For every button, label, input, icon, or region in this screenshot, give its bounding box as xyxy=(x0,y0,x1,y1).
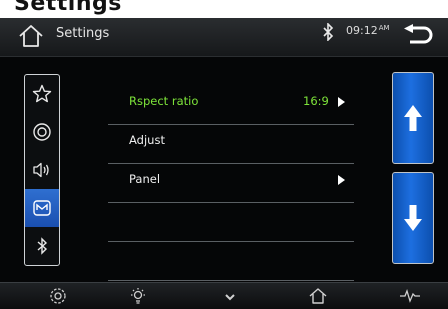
setting-row-empty xyxy=(108,242,354,281)
speaker-icon xyxy=(33,162,49,178)
chevron-right-icon xyxy=(338,175,345,185)
chevron-down-icon xyxy=(225,294,235,301)
brightness-icon xyxy=(131,288,145,304)
setting-row-aspect-ratio[interactable]: Rspect ratio 16:9 xyxy=(108,86,354,125)
display-icon xyxy=(33,200,51,216)
page-heading: Settings xyxy=(14,0,122,16)
arrow-down-icon xyxy=(404,205,422,231)
dock-settings[interactable] xyxy=(46,286,70,306)
star-icon xyxy=(32,84,52,103)
clock: 09:12AM xyxy=(346,24,390,37)
sidebar xyxy=(24,74,60,266)
clock-time: 09:12 xyxy=(346,24,378,37)
setting-value: 16:9 xyxy=(303,94,329,108)
bottom-dock xyxy=(0,282,448,309)
setting-row-panel[interactable]: Panel xyxy=(108,164,354,203)
home-icon[interactable] xyxy=(18,24,44,48)
scroll-up-button[interactable] xyxy=(392,72,434,164)
home-icon xyxy=(309,288,327,304)
bluetooth-icon xyxy=(37,237,48,255)
scroll-down-button[interactable] xyxy=(392,172,434,264)
sidebar-item-audio[interactable] xyxy=(25,151,59,189)
sidebar-item-disc[interactable] xyxy=(25,113,59,151)
dock-equalizer[interactable] xyxy=(398,286,422,306)
setting-row-empty xyxy=(108,203,354,242)
chevron-right-icon xyxy=(338,97,345,107)
settings-gear-icon xyxy=(50,288,66,304)
sidebar-item-favorites[interactable] xyxy=(25,75,59,113)
arrow-up-icon xyxy=(404,105,422,131)
dock-home[interactable] xyxy=(306,286,330,306)
clock-ampm: AM xyxy=(378,24,390,32)
equalizer-icon xyxy=(400,289,420,303)
sidebar-item-bluetooth[interactable] xyxy=(25,227,59,265)
header-title: Settings xyxy=(56,26,110,41)
back-arrow-icon[interactable] xyxy=(402,24,434,46)
setting-label: Adjust xyxy=(129,133,165,147)
header-bar: Settings 09:12AM xyxy=(0,18,448,57)
setting-label: Panel xyxy=(129,172,161,186)
dock-collapse[interactable] xyxy=(218,286,242,306)
settings-list: Rspect ratio 16:9 Adjust Panel xyxy=(108,86,354,281)
setting-row-adjust[interactable]: Adjust xyxy=(108,125,354,164)
setting-label: Rspect ratio xyxy=(129,94,199,108)
disc-icon xyxy=(33,123,51,141)
sidebar-item-display[interactable] xyxy=(25,189,59,227)
page-heading-crop: Settings xyxy=(0,0,448,18)
dock-brightness[interactable] xyxy=(126,286,150,306)
bluetooth-icon xyxy=(322,22,334,42)
